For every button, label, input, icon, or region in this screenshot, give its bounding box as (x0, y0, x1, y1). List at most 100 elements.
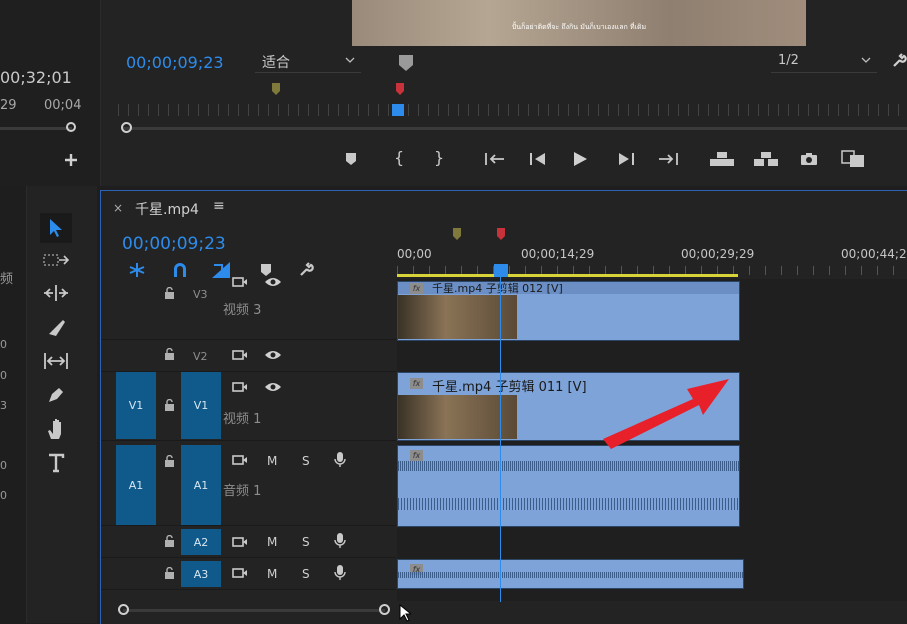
eye-icon[interactable] (264, 349, 282, 361)
program-monitor: ปั้นก็อย่าติดที่จะ ถึงกิน มันก็เบาเองแลก… (0, 0, 907, 186)
timeline-scroll-handle-right[interactable] (379, 604, 390, 615)
marker-red-icon[interactable] (496, 227, 506, 241)
linked-selection-icon[interactable] (211, 261, 231, 279)
pen-tool[interactable] (40, 380, 72, 410)
fit-dropdown[interactable]: 适合 (255, 52, 361, 73)
nest-icon[interactable] (128, 262, 146, 278)
microphone-icon[interactable] (334, 564, 346, 581)
film-icon[interactable] (232, 349, 248, 361)
mark-in-button[interactable]: { (394, 148, 404, 167)
go-to-out-icon[interactable] (657, 152, 679, 166)
lock-icon[interactable] (164, 567, 175, 579)
timeline-timecode[interactable]: 00;00;09;23 (122, 234, 226, 254)
resolution-dropdown[interactable]: 1/2 (771, 52, 877, 73)
hand-tool[interactable] (40, 414, 72, 444)
lock-icon[interactable] (164, 455, 175, 467)
program-scroll-handle[interactable] (121, 122, 132, 133)
mark-out-button[interactable]: } (434, 148, 444, 167)
film-icon[interactable] (232, 454, 248, 466)
selection-tool[interactable] (40, 213, 72, 243)
film-icon[interactable] (232, 276, 248, 288)
eye-icon[interactable] (264, 381, 282, 393)
marker-green-icon[interactable] (452, 227, 462, 241)
clip-a3[interactable]: fx (397, 559, 744, 589)
film-icon[interactable] (232, 536, 248, 548)
step-forward-icon[interactable] (617, 152, 635, 166)
track-id-label[interactable]: V2 (193, 350, 208, 363)
mute-button[interactable]: M (267, 535, 277, 549)
lock-icon[interactable] (164, 535, 175, 547)
track-target-a3[interactable]: A3 (181, 561, 221, 587)
lock-icon[interactable] (164, 399, 175, 411)
timeline-ruler[interactable]: 00;00 00;00;14;29 00;00;29;29 00;00;44;2 (397, 226, 907, 277)
track-id-label[interactable]: V3 (193, 288, 208, 301)
extract-icon[interactable] (753, 151, 779, 167)
track-name: 视频 1 (223, 412, 262, 427)
fx-badge[interactable]: fx (410, 283, 423, 294)
film-icon[interactable] (232, 567, 248, 579)
left-partial-text: 频 (0, 272, 14, 287)
track-header-a3: A3 M S (101, 559, 396, 590)
marker-green-icon[interactable] (271, 82, 281, 96)
snap-magnet-icon[interactable] (172, 262, 188, 278)
razor-tool[interactable] (40, 312, 72, 342)
program-ruler[interactable] (118, 104, 907, 116)
track-select-tool[interactable] (40, 245, 72, 275)
lift-icon[interactable] (709, 151, 735, 167)
microphone-icon[interactable] (334, 451, 346, 468)
solo-button[interactable]: S (302, 535, 310, 549)
ruler-label: 00;00;29;29 (681, 247, 755, 261)
ripple-edit-tool[interactable] (40, 278, 72, 308)
mute-button[interactable]: M (267, 454, 277, 468)
clip-v3[interactable]: fx 千星.mp4 子剪辑 012 [V] (397, 281, 740, 341)
timeline-scroll-handle-left[interactable] (118, 604, 129, 615)
marker-red-icon[interactable] (395, 82, 405, 96)
timeline-playhead-handle[interactable] (494, 264, 508, 277)
source-patch-v1[interactable]: V1 (116, 372, 156, 439)
wrench-icon[interactable] (299, 261, 315, 277)
source-patch-a1[interactable]: A1 (116, 445, 156, 525)
left-partial-value: 3 (0, 399, 7, 412)
play-icon[interactable] (572, 151, 588, 167)
track-target-a1[interactable]: A1 (181, 445, 221, 525)
track-target-v1[interactable]: V1 (181, 372, 221, 439)
wrench-icon[interactable] (892, 53, 907, 68)
type-tool[interactable] (40, 448, 72, 478)
work-area-bar[interactable] (397, 274, 738, 277)
add-icon[interactable] (64, 153, 78, 167)
solo-button[interactable]: S (302, 567, 310, 581)
sequence-tab[interactable]: 千星.mp4 (135, 199, 199, 219)
source-scrollbar[interactable] (0, 127, 72, 130)
program-playhead[interactable] (392, 104, 404, 116)
track-target-a2[interactable]: A2 (181, 529, 221, 555)
close-tab-icon[interactable]: × (113, 201, 123, 215)
video-subtitle: ปั้นก็อย่าติดที่จะ ถึงกิน มันก็เบาเองแลก… (511, 23, 647, 31)
film-icon[interactable] (232, 381, 248, 393)
track-name: 视频 3 (223, 303, 262, 318)
go-to-in-icon[interactable] (484, 152, 506, 166)
camera-icon[interactable] (800, 152, 818, 166)
program-scrollbar[interactable] (122, 127, 907, 130)
track-header-a1: A1 A1 M S 音频 1 (101, 445, 396, 526)
lock-icon[interactable] (164, 287, 175, 299)
eye-icon[interactable] (264, 276, 282, 288)
marker-handle-icon[interactable] (398, 54, 414, 72)
solo-button[interactable]: S (302, 454, 310, 468)
timeline-panel: × 千星.mp4 ≡ 00;00;09;23 00;00 00;00;14;29… (100, 190, 907, 624)
clip-a1[interactable]: fx (397, 445, 740, 527)
add-marker-icon[interactable] (344, 152, 358, 166)
mute-button[interactable]: M (267, 567, 277, 581)
timeline-scrollbar[interactable] (123, 609, 385, 612)
fx-badge[interactable]: fx (410, 378, 423, 389)
slip-tool[interactable] (40, 346, 72, 376)
comparison-view-icon[interactable] (841, 150, 865, 168)
ruler-label: 00;00;14;29 (521, 247, 595, 261)
lock-icon[interactable] (164, 348, 175, 360)
step-back-icon[interactable] (529, 152, 547, 166)
program-timecode[interactable]: 00;00;09;23 (126, 53, 224, 72)
source-scroll-handle[interactable] (66, 122, 76, 132)
add-marker-icon[interactable] (260, 263, 272, 277)
annotation-arrow (603, 379, 729, 449)
microphone-icon[interactable] (334, 532, 346, 549)
panel-menu-icon[interactable]: ≡ (213, 198, 225, 214)
